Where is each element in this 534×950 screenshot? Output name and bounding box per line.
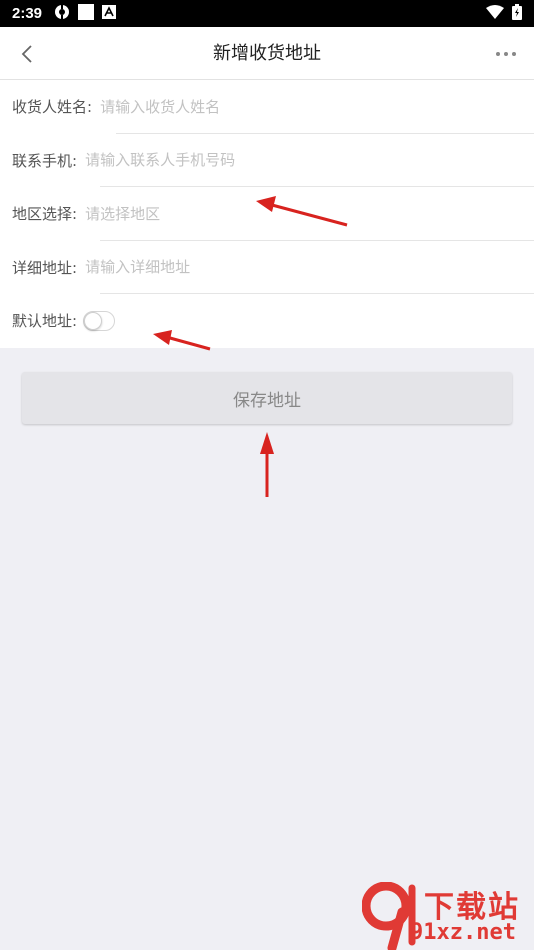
default-address-label: 默认地址: — [12, 312, 78, 331]
status-bar: 2:39 — [0, 0, 534, 27]
arrow-to-save-button — [260, 432, 274, 497]
sync-icon — [54, 3, 70, 24]
nav-bar: 新增收货地址 — [0, 27, 534, 80]
detail-address-row: 详细地址: — [0, 241, 534, 294]
detail-address-input[interactable] — [85, 258, 534, 277]
save-address-button[interactable]: 保存地址 — [22, 372, 512, 424]
phone-input[interactable] — [85, 151, 534, 170]
receiver-name-input[interactable] — [100, 97, 534, 116]
address-form: 收货人姓名: 联系手机: 地区选择: 详细地址: 默认地址: — [0, 80, 534, 348]
more-button[interactable] — [496, 45, 516, 63]
wifi-icon — [486, 4, 504, 23]
receiver-name-row: 收货人姓名: — [0, 80, 534, 134]
battery-icon — [512, 3, 522, 24]
toggle-knob — [84, 311, 103, 330]
watermark: 下载站 91xz.net — [362, 882, 534, 950]
default-address-row: 默认地址: — [0, 294, 534, 348]
region-label: 地区选择: — [12, 205, 78, 224]
more-dots-icon — [496, 52, 500, 56]
receiver-name-label: 收货人姓名: — [12, 98, 93, 117]
notification-square-icon — [78, 3, 95, 24]
watermark-domain: 91xz.net — [410, 920, 516, 945]
default-address-toggle[interactable] — [83, 310, 116, 331]
region-select[interactable] — [85, 204, 534, 223]
phone-label: 联系手机: — [12, 151, 78, 170]
phone-row: 联系手机: — [0, 134, 534, 187]
detail-address-label: 详细地址: — [12, 258, 78, 277]
status-time: 2:39 — [12, 5, 43, 22]
page-title: 新增收货地址 — [213, 43, 321, 64]
region-row[interactable]: 地区选择: — [0, 187, 534, 241]
font-a-icon — [102, 4, 117, 23]
